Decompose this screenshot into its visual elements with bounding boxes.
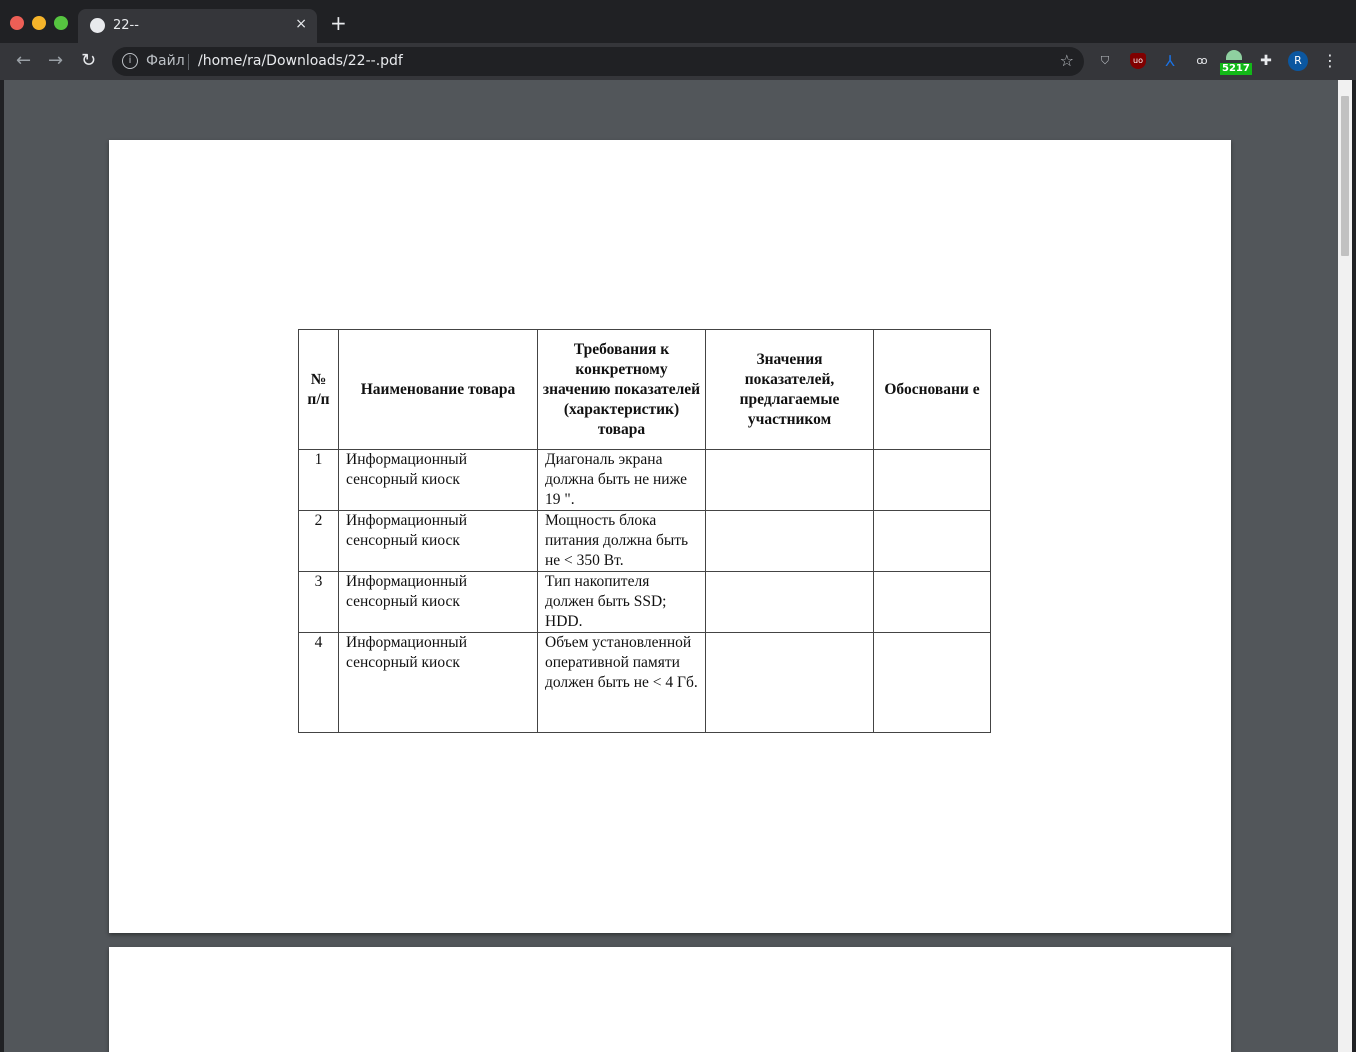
row-value [705,510,874,572]
maximize-window-button[interactable] [54,16,68,30]
ublock-extension-icon[interactable]: uo [1130,53,1146,69]
forward-button[interactable]: → [48,50,63,71]
tab-close-icon[interactable]: × [295,16,307,32]
pdf-viewer: № п/п Наименование товара Требования к к… [4,80,1352,1052]
row-requirement: Тип накопителя должен быть SSD; HDD. [537,571,706,633]
tab-title: 22-- [113,18,139,33]
close-window-button[interactable] [10,16,24,30]
scheme-label: Файл [146,53,185,69]
row-name: Информационный сенсорный киоск [338,632,538,733]
header-values: Значения показателей, предлагаемые участ… [705,329,874,450]
table-header-row: № п/п Наименование товара Требования к к… [298,329,991,450]
table-row: 2 Информационный сенсорный киоск Мощност… [298,510,991,572]
address-bar[interactable]: i Файл /home/ra/Downloads/22--.pdf ☆ [112,47,1084,76]
header-requirements: Требования к конкретному значению показа… [537,329,706,450]
toolbar: ← → ↻ i Файл /home/ra/Downloads/22--.pdf… [0,43,1356,80]
row-value [705,449,874,511]
bookmark-star-icon[interactable]: ☆ [1060,51,1074,70]
back-button[interactable]: ← [16,50,31,71]
scrollbar[interactable] [1338,80,1352,1052]
scrollbar-thumb[interactable] [1341,96,1349,256]
reload-button[interactable]: ↻ [81,50,96,71]
row-value [705,632,874,733]
row-name: Информационный сенсорный киоск [338,510,538,572]
row-basis [873,449,991,511]
header-name: Наименование товара [338,329,538,450]
row-num: 2 [298,510,339,572]
profile-avatar[interactable]: R [1288,51,1308,71]
minimize-window-button[interactable] [32,16,46,30]
row-requirement: Объем установленной оперативной памяти д… [537,632,706,733]
row-name: Информационный сенсорный киоск [338,449,538,511]
acrobat-extension-icon[interactable]: ⅄ [1162,53,1178,69]
row-num: 1 [298,449,339,511]
row-name: Информационный сенсорный киоск [338,571,538,633]
tab-strip: 22-- × + [0,0,1356,43]
counter-extension-icon[interactable] [1226,50,1242,60]
menu-icon[interactable]: ⋮ [1322,53,1338,69]
row-value [705,571,874,633]
row-num: 4 [298,632,339,733]
row-basis [873,632,991,733]
globe-icon [90,18,105,33]
row-requirement: Мощность блока питания должна быть не < … [537,510,706,572]
pdf-page-1: № п/п Наименование товара Требования к к… [109,140,1231,933]
row-basis [873,571,991,633]
row-basis [873,510,991,572]
new-tab-button[interactable]: + [330,13,347,33]
extension-badge: 5217 [1220,63,1252,75]
tab-active[interactable]: 22-- × [78,9,317,43]
divider [188,54,189,70]
header-basis: Обосновани е [873,329,991,450]
url-text[interactable]: /home/ra/Downloads/22--.pdf [198,53,403,69]
extensions-puzzle-icon[interactable]: ✚ [1258,53,1274,69]
header-num: № п/п [298,329,339,450]
table-row: 4 Информационный сенсорный киоск Объем у… [298,632,991,733]
info-icon[interactable]: i [122,53,138,69]
requirements-table: № п/п Наименование товара Требования к к… [298,329,991,733]
row-num: 3 [298,571,339,633]
privacy-badger-extension-icon[interactable]: ꝏ [1194,53,1210,69]
table-row: 3 Информационный сенсорный киоск Тип нак… [298,571,991,633]
table-row: 1 Информационный сенсорный киоск Диагона… [298,449,991,511]
bitwarden-extension-icon[interactable]: ⛉ [1097,53,1113,69]
pdf-page-2 [109,947,1231,1052]
row-requirement: Диагональ экрана должна быть не ниже 19 … [537,449,706,511]
